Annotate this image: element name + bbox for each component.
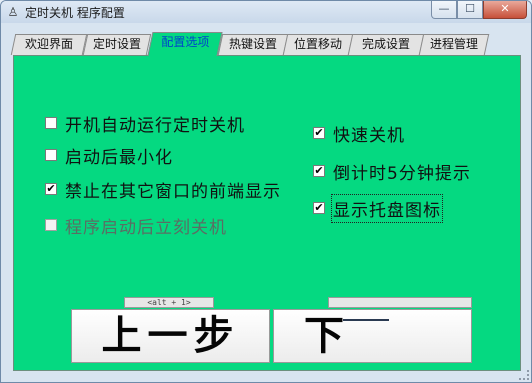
next-hotkey-hint [328, 297, 472, 308]
tab-process-manager-label: 进程管理 [429, 37, 478, 51]
tab-welcome-label: 欢迎界面 [24, 37, 73, 51]
config-window: ♙ 定时关机 程序配置 — ☐ ✕ 欢迎界面 定时设置 配置选项 热键设置 位置… [0, 0, 532, 383]
prev-step-button[interactable]: 上一步 [71, 309, 270, 363]
tab-hotkey-settings-label: 热键设置 [228, 37, 277, 51]
shutdown-on-launch-checkbox[interactable] [45, 219, 57, 231]
tab-hotkey-settings[interactable]: 热键设置 [217, 34, 289, 55]
five-min-warning-label: 倒计时5分钟提示 [333, 163, 471, 184]
option-no-topmost[interactable]: ✔ 禁止在其它窗口的前端显示 [45, 177, 281, 202]
option-autostart[interactable]: 开机自动运行定时关机 [45, 111, 245, 136]
title-bar[interactable]: ♙ 定时关机 程序配置 — ☐ ✕ [1, 1, 531, 23]
next-step-button[interactable]: 下 [273, 309, 472, 363]
tab-welcome[interactable]: 欢迎界面 [10, 34, 88, 55]
minimize-on-start-label: 启动后最小化 [65, 147, 173, 168]
tab-position-move[interactable]: 位置移动 [282, 34, 354, 55]
app-ghost-icon: ♙ [7, 5, 19, 19]
tab-config-options[interactable]: 配置选项 [147, 32, 223, 56]
no-topmost-checkbox[interactable]: ✔ [45, 183, 57, 195]
tray-icon-label: 显示托盘图标 [331, 193, 443, 223]
window-title: 定时关机 程序配置 [25, 6, 125, 20]
autostart-checkbox[interactable] [45, 117, 57, 129]
tab-process-manager[interactable]: 进程管理 [418, 34, 490, 55]
five-min-warning-checkbox[interactable]: ✔ [313, 165, 325, 177]
option-five-min-warning[interactable]: ✔ 倒计时5分钟提示 [313, 159, 471, 184]
maximize-button[interactable]: ☐ [457, 1, 483, 19]
no-topmost-label: 禁止在其它窗口的前端显示 [65, 181, 281, 202]
option-minimize-on-start[interactable]: 启动后最小化 [45, 143, 173, 168]
tab-finish-settings-label: 完成设置 [361, 37, 410, 51]
tab-strip: 欢迎界面 定时设置 配置选项 热键设置 位置移动 完成设置 进程管理 [10, 32, 513, 56]
tab-finish-settings[interactable]: 完成设置 [347, 34, 425, 55]
minimize-button[interactable]: — [431, 1, 457, 19]
autostart-label: 开机自动运行定时关机 [65, 115, 245, 136]
option-tray-icon[interactable]: ✔ 显示托盘图标 [313, 193, 443, 223]
next-button-underline [343, 319, 389, 321]
close-button[interactable]: ✕ [483, 1, 527, 19]
fast-shutdown-checkbox[interactable]: ✔ [313, 127, 325, 139]
tab-position-move-label: 位置移动 [293, 37, 342, 51]
option-fast-shutdown[interactable]: ✔ 快速关机 [313, 121, 405, 146]
resize-grip-icon[interactable] [519, 370, 529, 380]
prev-hotkey-hint: <alt + 1> [124, 297, 214, 308]
tab-config-options-label: 配置选项 [161, 35, 210, 49]
fast-shutdown-label: 快速关机 [333, 125, 405, 146]
option-shutdown-on-launch[interactable]: 程序启动后立刻关机 [45, 213, 227, 238]
tab-timer-settings-label: 定时设置 [92, 37, 141, 51]
tab-timer-settings[interactable]: 定时设置 [82, 34, 152, 55]
tray-icon-checkbox[interactable]: ✔ [313, 202, 325, 214]
minimize-on-start-checkbox[interactable] [45, 149, 57, 161]
shutdown-on-launch-label: 程序启动后立刻关机 [65, 217, 227, 238]
